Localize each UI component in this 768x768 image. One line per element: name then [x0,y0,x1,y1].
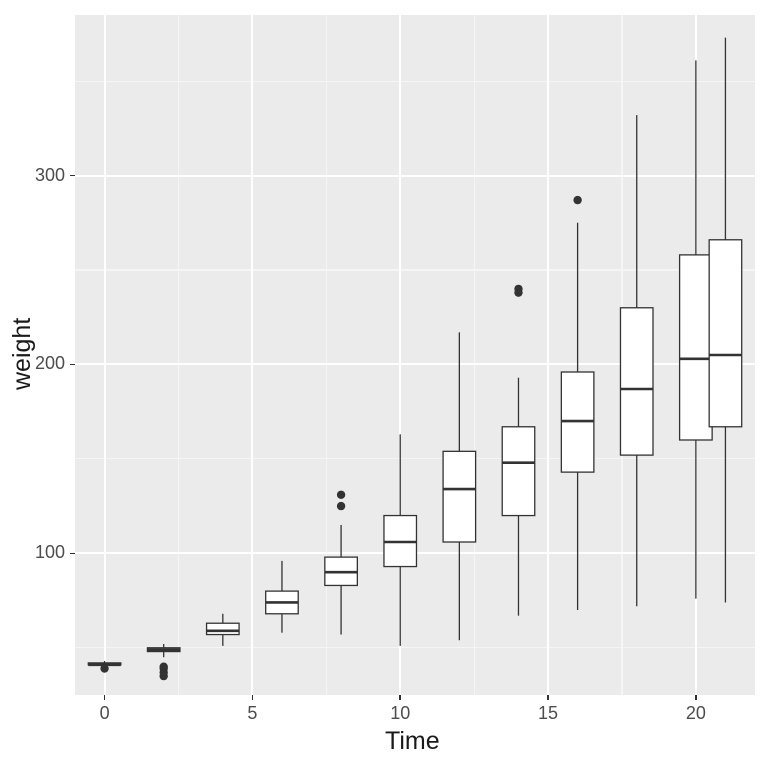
y-axis-title: weight [8,318,37,390]
box [561,196,594,610]
box [502,285,535,616]
box [207,614,240,646]
box [88,661,121,673]
box [325,491,358,635]
x-axis-title: Time [385,727,440,756]
box [709,38,742,603]
box [620,115,653,606]
box [443,332,476,640]
box [147,644,180,680]
box [266,561,299,633]
box [680,60,713,598]
box [384,434,417,646]
boxplot-layer [0,0,768,768]
chart-root: 10020030005101520 Time weight [0,0,768,768]
